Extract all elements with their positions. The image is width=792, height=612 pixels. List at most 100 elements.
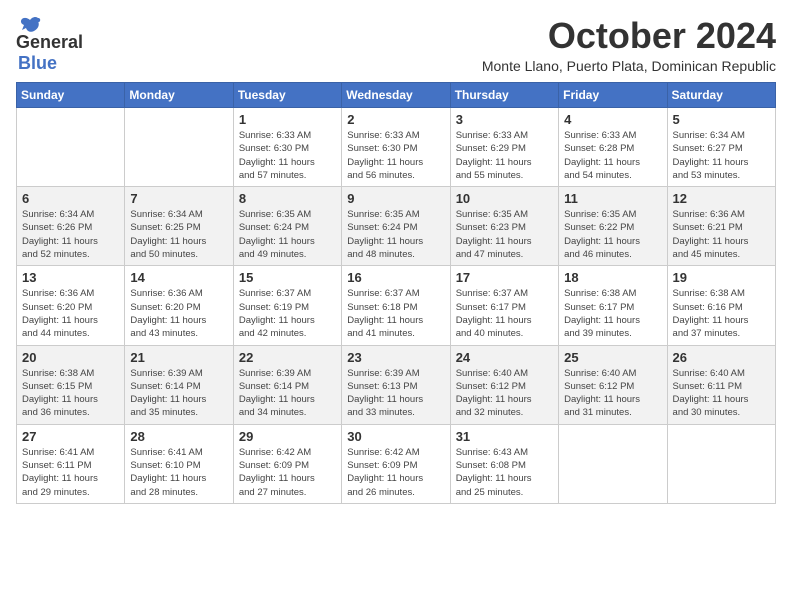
calendar-week-5: 27 Sunrise: 6:41 AM Sunset: 6:11 PM Dayli…	[17, 424, 776, 503]
day-number: 29	[239, 429, 336, 444]
calendar-cell: 13Sunrise: 6:36 AM Sunset: 6:20 PM Dayli…	[17, 266, 125, 345]
day-number: 8	[239, 191, 336, 206]
day-info: Sunrise: 6:40 AM Sunset: 6:12 PM Dayligh…	[564, 367, 661, 420]
calendar-cell: 11 Sunrise: 6:35 AM Sunset: 6:22 PM Dayli…	[559, 187, 667, 266]
day-number: 1	[239, 112, 336, 127]
calendar-cell: 31 Sunrise: 6:43 AM Sunset: 6:08 PM Dayli…	[450, 424, 558, 503]
weekday-header-tuesday: Tuesday	[233, 83, 341, 108]
calendar-cell: 22Sunrise: 6:39 AM Sunset: 6:14 PM Dayli…	[233, 345, 341, 424]
day-number: 24	[456, 350, 553, 365]
page-header: General Blue October 2024 Monte Llano, P…	[16, 16, 776, 74]
day-info: Sunrise: 6:35 AM Sunset: 6:24 PM Dayligh…	[239, 208, 336, 261]
calendar-cell: 18 Sunrise: 6:38 AM Sunset: 6:17 PM Dayli…	[559, 266, 667, 345]
day-number: 28	[130, 429, 227, 444]
day-info: Sunrise: 6:38 AM Sunset: 6:15 PM Dayligh…	[22, 367, 119, 420]
calendar-cell: 9Sunrise: 6:35 AM Sunset: 6:24 PM Daylig…	[342, 187, 450, 266]
calendar-cell: 17 Sunrise: 6:37 AM Sunset: 6:17 PM Dayli…	[450, 266, 558, 345]
calendar-cell	[17, 108, 125, 187]
calendar-cell: 21 Sunrise: 6:39 AM Sunset: 6:14 PM Dayli…	[125, 345, 233, 424]
day-number: 30	[347, 429, 444, 444]
day-info: Sunrise: 6:43 AM Sunset: 6:08 PM Dayligh…	[456, 446, 553, 499]
calendar-cell: 27 Sunrise: 6:41 AM Sunset: 6:11 PM Dayli…	[17, 424, 125, 503]
calendar-cell: 1Sunrise: 6:33 AM Sunset: 6:30 PM Daylig…	[233, 108, 341, 187]
day-number: 3	[456, 112, 553, 127]
calendar-cell: 20 Sunrise: 6:38 AM Sunset: 6:15 PM Dayli…	[17, 345, 125, 424]
weekday-header-monday: Monday	[125, 83, 233, 108]
day-number: 10	[456, 191, 553, 206]
day-info: Sunrise: 6:41 AM Sunset: 6:10 PM Dayligh…	[130, 446, 227, 499]
day-info: Sunrise: 6:33 AM Sunset: 6:30 PM Dayligh…	[347, 129, 444, 182]
calendar-cell: 24 Sunrise: 6:40 AM Sunset: 6:12 PM Dayli…	[450, 345, 558, 424]
logo-text: General	[16, 32, 83, 53]
day-number: 2	[347, 112, 444, 127]
day-info: Sunrise: 6:37 AM Sunset: 6:19 PM Dayligh…	[239, 287, 336, 340]
calendar-cell	[559, 424, 667, 503]
day-info: Sunrise: 6:35 AM Sunset: 6:22 PM Dayligh…	[564, 208, 661, 261]
calendar-week-1: 1 Sunrise: 6:33 AM Sunset: 6:30 PM Daylig…	[17, 108, 776, 187]
month-title: October 2024	[482, 16, 776, 56]
day-number: 23	[347, 350, 444, 365]
day-info: Sunrise: 6:39 AM Sunset: 6:14 PM Dayligh…	[130, 367, 227, 420]
calendar-cell: 28 Sunrise: 6:41 AM Sunset: 6:10 PM Dayli…	[125, 424, 233, 503]
calendar-cell: 25 Sunrise: 6:40 AM Sunset: 6:12 PM Dayli…	[559, 345, 667, 424]
calendar-cell: 12 Sunrise: 6:36 AM Sunset: 6:21 PM Dayli…	[667, 187, 775, 266]
calendar-header: SundayMondayTuesdayWednesdayThursdayFrid…	[17, 83, 776, 108]
calendar-cell: 10Sunrise: 6:35 AM Sunset: 6:23 PM Dayli…	[450, 187, 558, 266]
day-number: 7	[130, 191, 227, 206]
calendar-table: SundayMondayTuesdayWednesdayThursdayFrid…	[16, 82, 776, 504]
day-number: 6	[22, 191, 119, 206]
calendar-cell: 30Sunrise: 6:42 AM Sunset: 6:09 PM Dayli…	[342, 424, 450, 503]
day-number: 11	[564, 191, 661, 206]
day-number: 20	[22, 350, 119, 365]
calendar-cell: 7 Sunrise: 6:34 AM Sunset: 6:25 PM Daylig…	[125, 187, 233, 266]
calendar-cell: 3 Sunrise: 6:33 AM Sunset: 6:29 PM Daylig…	[450, 108, 558, 187]
day-info: Sunrise: 6:34 AM Sunset: 6:27 PM Dayligh…	[673, 129, 770, 182]
calendar-week-2: 6 Sunrise: 6:34 AM Sunset: 6:26 PM Daylig…	[17, 187, 776, 266]
day-info: Sunrise: 6:34 AM Sunset: 6:26 PM Dayligh…	[22, 208, 119, 261]
calendar-cell: 14Sunrise: 6:36 AM Sunset: 6:20 PM Dayli…	[125, 266, 233, 345]
calendar-title-area: October 2024 Monte Llano, Puerto Plata, …	[482, 16, 776, 74]
calendar-cell: 19Sunrise: 6:38 AM Sunset: 6:16 PM Dayli…	[667, 266, 775, 345]
day-info: Sunrise: 6:38 AM Sunset: 6:16 PM Dayligh…	[673, 287, 770, 340]
day-info: Sunrise: 6:37 AM Sunset: 6:18 PM Dayligh…	[347, 287, 444, 340]
day-number: 31	[456, 429, 553, 444]
day-info: Sunrise: 6:39 AM Sunset: 6:13 PM Dayligh…	[347, 367, 444, 420]
day-number: 12	[673, 191, 770, 206]
calendar-cell: 6 Sunrise: 6:34 AM Sunset: 6:26 PM Daylig…	[17, 187, 125, 266]
calendar-cell: 29Sunrise: 6:42 AM Sunset: 6:09 PM Dayli…	[233, 424, 341, 503]
weekday-header-wednesday: Wednesday	[342, 83, 450, 108]
day-number: 22	[239, 350, 336, 365]
calendar-week-3: 13Sunrise: 6:36 AM Sunset: 6:20 PM Dayli…	[17, 266, 776, 345]
weekday-header-saturday: Saturday	[667, 83, 775, 108]
weekday-header-thursday: Thursday	[450, 83, 558, 108]
logo-blue-text: Blue	[18, 53, 57, 73]
weekday-header-sunday: Sunday	[17, 83, 125, 108]
day-number: 27	[22, 429, 119, 444]
calendar-cell	[667, 424, 775, 503]
day-number: 15	[239, 270, 336, 285]
day-number: 14	[130, 270, 227, 285]
day-number: 16	[347, 270, 444, 285]
day-number: 9	[347, 191, 444, 206]
logo: General Blue	[16, 16, 83, 74]
calendar-cell: 5 Sunrise: 6:34 AM Sunset: 6:27 PM Daylig…	[667, 108, 775, 187]
day-info: Sunrise: 6:37 AM Sunset: 6:17 PM Dayligh…	[456, 287, 553, 340]
day-info: Sunrise: 6:34 AM Sunset: 6:25 PM Dayligh…	[130, 208, 227, 261]
calendar-week-4: 20 Sunrise: 6:38 AM Sunset: 6:15 PM Dayli…	[17, 345, 776, 424]
day-info: Sunrise: 6:40 AM Sunset: 6:12 PM Dayligh…	[456, 367, 553, 420]
day-number: 17	[456, 270, 553, 285]
calendar-cell: 16 Sunrise: 6:37 AM Sunset: 6:18 PM Dayli…	[342, 266, 450, 345]
day-info: Sunrise: 6:38 AM Sunset: 6:17 PM Dayligh…	[564, 287, 661, 340]
weekday-header-row: SundayMondayTuesdayWednesdayThursdayFrid…	[17, 83, 776, 108]
day-number: 18	[564, 270, 661, 285]
day-number: 26	[673, 350, 770, 365]
day-info: Sunrise: 6:33 AM Sunset: 6:28 PM Dayligh…	[564, 129, 661, 182]
day-info: Sunrise: 6:41 AM Sunset: 6:11 PM Dayligh…	[22, 446, 119, 499]
day-info: Sunrise: 6:36 AM Sunset: 6:21 PM Dayligh…	[673, 208, 770, 261]
day-number: 25	[564, 350, 661, 365]
day-number: 5	[673, 112, 770, 127]
day-number: 13	[22, 270, 119, 285]
day-number: 21	[130, 350, 227, 365]
calendar-cell: 2 Sunrise: 6:33 AM Sunset: 6:30 PM Daylig…	[342, 108, 450, 187]
day-info: Sunrise: 6:33 AM Sunset: 6:29 PM Dayligh…	[456, 129, 553, 182]
